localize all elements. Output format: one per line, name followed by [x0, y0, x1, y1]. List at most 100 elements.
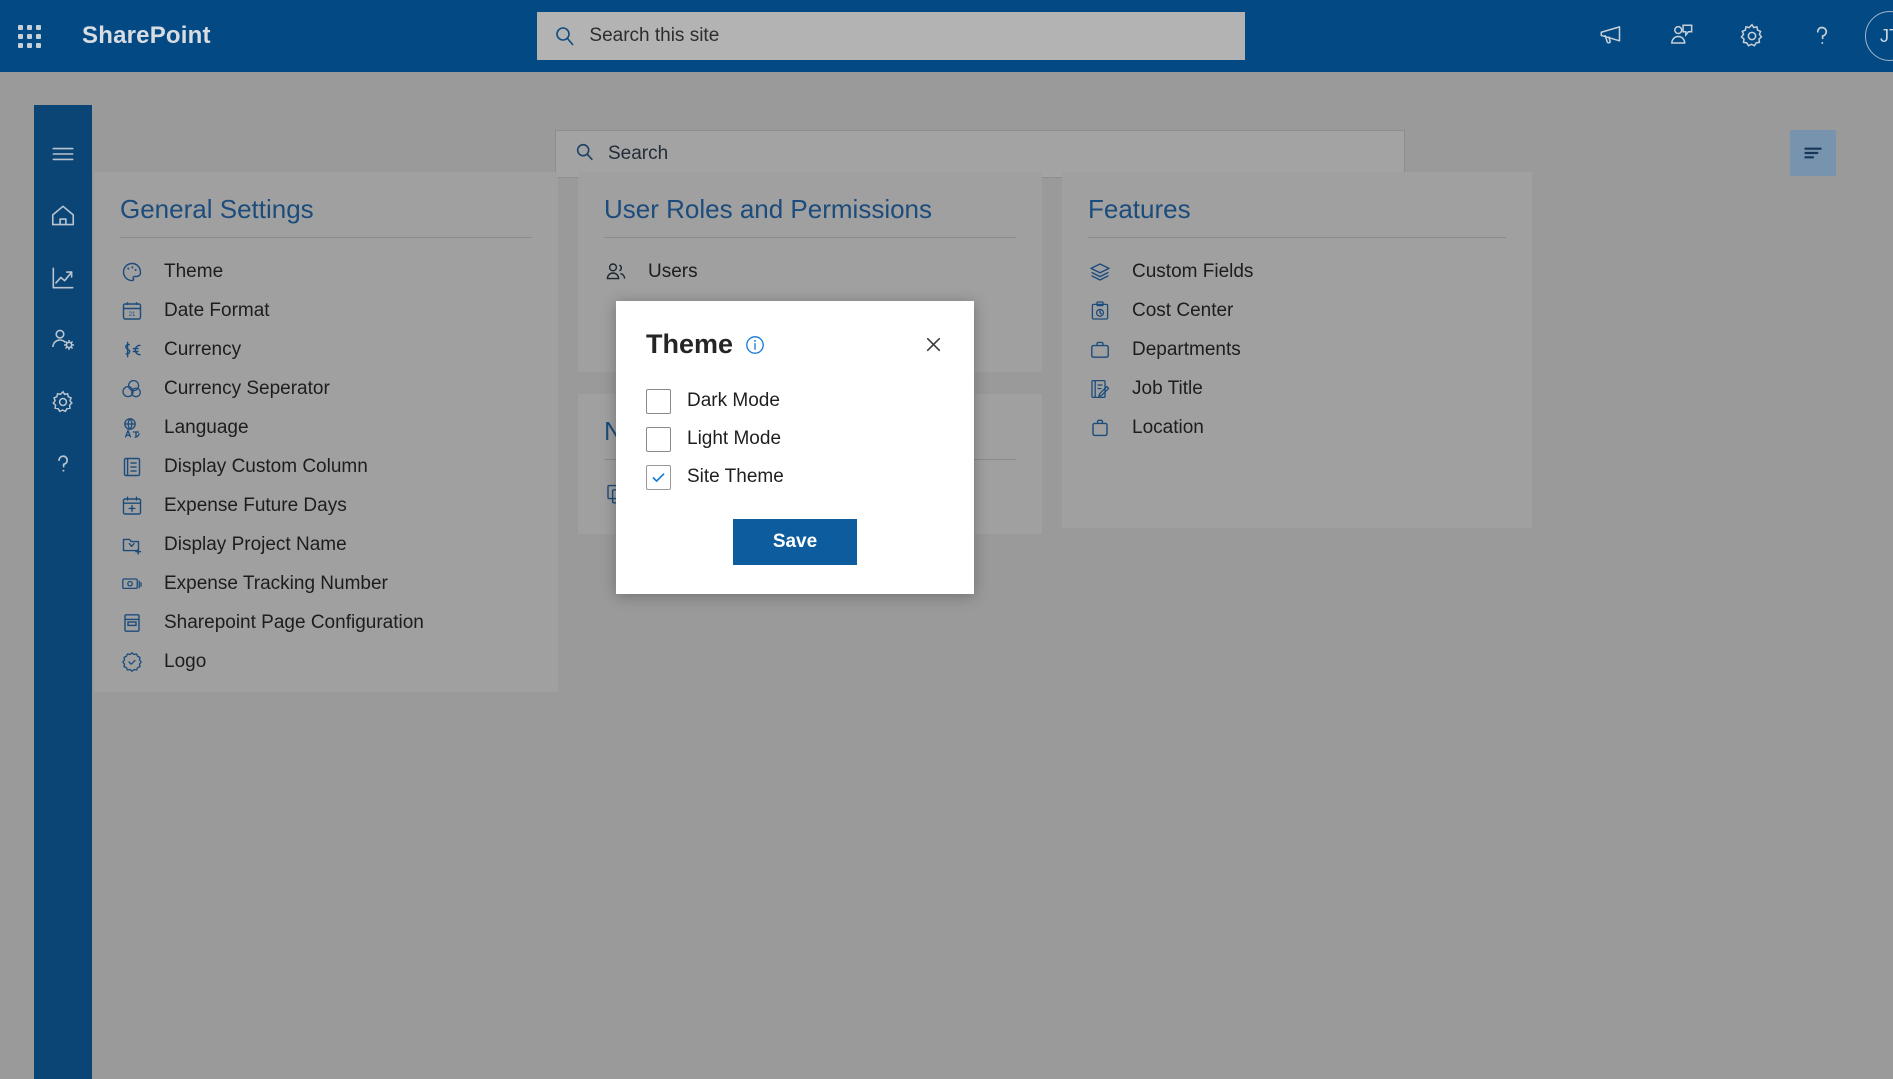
list-item-currency[interactable]: Currency: [120, 330, 532, 369]
list-item-display-custom-column[interactable]: Display Custom Column: [120, 447, 532, 486]
sidebar-item-help[interactable]: [34, 433, 92, 495]
divider: [604, 237, 1016, 238]
checkbox-label: Dark Mode: [687, 390, 780, 411]
filter-icon[interactable]: [1790, 130, 1836, 176]
sidebar-item-analytics[interactable]: [34, 247, 92, 309]
list-item-job-title[interactable]: Job Title: [1088, 369, 1506, 408]
list-item-cost-center[interactable]: Cost Center: [1088, 291, 1506, 330]
people-icon: [604, 257, 638, 287]
sidebar-item-settings[interactable]: [34, 371, 92, 433]
user-roles-list: Users: [604, 252, 1016, 291]
bag-icon: [1088, 413, 1122, 443]
dialog-footer: Save: [616, 519, 974, 565]
save-button[interactable]: Save: [733, 519, 857, 565]
coins-icon: [120, 374, 154, 404]
suite-search[interactable]: [537, 12, 1245, 60]
checkbox-dark-mode[interactable]: Dark Mode: [646, 382, 974, 420]
list-item-label: Display Custom Column: [164, 455, 368, 477]
card-title: General Settings: [120, 194, 314, 224]
list-item-currency-seperator[interactable]: Currency Seperator: [120, 369, 532, 408]
suite-search-input[interactable]: [589, 25, 1229, 47]
list-item-label: Currency: [164, 338, 242, 360]
card-title: User Roles and Permissions: [604, 194, 933, 224]
list-item-language[interactable]: Language: [120, 408, 532, 447]
search-icon: [553, 22, 581, 50]
help-icon[interactable]: [1787, 0, 1857, 72]
calendar-icon: 21: [120, 296, 154, 326]
list-item-label: Theme: [164, 260, 224, 282]
checkbox-label: Light Mode: [687, 428, 782, 449]
list-item-label: Date Format: [164, 299, 270, 321]
checkbox-box[interactable]: [646, 464, 671, 490]
list-item-display-project-name[interactable]: Display Project Name: [120, 525, 532, 564]
close-icon[interactable]: [918, 330, 948, 360]
list-item-expense-future-days[interactable]: Expense Future Days: [120, 486, 532, 525]
megaphone-icon[interactable]: [1577, 0, 1647, 72]
avatar[interactable]: JT: [1865, 11, 1893, 61]
badge-icon: [120, 647, 154, 677]
folder-add-icon: [120, 530, 154, 560]
checkbox-site-theme[interactable]: Site Theme: [646, 458, 974, 496]
language-icon: [120, 413, 154, 443]
feedback-icon[interactable]: [1647, 0, 1717, 72]
list-item-logo[interactable]: Logo: [120, 642, 532, 681]
list-item-label: Users: [648, 260, 698, 282]
list-item-label: Language: [164, 416, 249, 438]
money-icon: [120, 569, 154, 599]
card-general-settings: General Settings Theme 21 Date Format Cu…: [94, 172, 558, 692]
app-launcher-icon[interactable]: [0, 0, 58, 72]
sidebar-item-user-settings[interactable]: [34, 309, 92, 371]
brand-sharepoint[interactable]: SharePoint: [82, 22, 211, 50]
list-item-sharepoint-page-configuration[interactable]: Sharepoint Page Configuration: [120, 603, 532, 642]
checkbox-box[interactable]: [646, 426, 671, 452]
list-item-label: Departments: [1132, 338, 1241, 360]
info-icon[interactable]: [744, 334, 766, 356]
list-item-date-format[interactable]: 21 Date Format: [120, 291, 532, 330]
list-item-label: Currency Seperator: [164, 377, 330, 399]
list-item-location[interactable]: Location: [1088, 408, 1506, 447]
left-rail: [34, 105, 92, 1079]
currency-icon: [120, 335, 154, 365]
list-item-departments[interactable]: Departments: [1088, 330, 1506, 369]
theme-dialog: Theme Dark Mode Light Mode Site Theme Sa…: [616, 301, 974, 594]
content-search-input[interactable]: [608, 143, 1386, 165]
card-features: Features Custom Fields Cost Center Depar…: [1062, 172, 1532, 528]
card-title: Features: [1088, 194, 1191, 224]
dialog-header: Theme: [616, 301, 974, 360]
search-icon: [574, 141, 596, 168]
dialog-body: Dark Mode Light Mode Site Theme: [616, 360, 974, 496]
svg-text:21: 21: [129, 312, 136, 318]
divider: [120, 237, 532, 238]
list-item-label: Cost Center: [1132, 299, 1234, 321]
main-content: General Settings Theme: [92, 72, 1893, 1079]
suite-header: SharePoint Search this site J: [0, 0, 1893, 72]
list-item-label: Custom Fields: [1132, 260, 1254, 282]
features-list: Custom Fields Cost Center Departments Jo…: [1088, 252, 1506, 447]
dialog-title: Theme: [646, 329, 734, 359]
list-item-theme[interactable]: Theme: [120, 252, 532, 291]
checkbox-box[interactable]: [646, 388, 671, 414]
list-item-label: Expense Tracking Number: [164, 572, 388, 594]
suite-actions: JT: [1577, 0, 1893, 72]
list-item-label: Sharepoint Page Configuration: [164, 611, 424, 633]
gear-icon[interactable]: [1717, 0, 1787, 72]
list-item-label: Logo: [164, 650, 207, 672]
list-icon: [120, 452, 154, 482]
hamburger-icon[interactable]: [34, 123, 92, 185]
cost-center-icon: [1088, 296, 1122, 326]
list-item-users[interactable]: Users: [604, 252, 1016, 291]
list-item-label: Expense Future Days: [164, 494, 347, 516]
page-icon: [120, 608, 154, 638]
list-item-expense-tracking-number[interactable]: Expense Tracking Number: [120, 564, 532, 603]
divider: [1088, 237, 1506, 238]
list-item-label: Location: [1132, 416, 1204, 438]
content-search[interactable]: [555, 130, 1405, 178]
briefcase-icon: [1088, 335, 1122, 365]
list-item-custom-fields[interactable]: Custom Fields: [1088, 252, 1506, 291]
calendar-add-icon: [120, 491, 154, 521]
list-item-label: Display Project Name: [164, 533, 347, 555]
sidebar-item-home[interactable]: [34, 185, 92, 247]
checkbox-light-mode[interactable]: Light Mode: [646, 420, 974, 458]
job-title-icon: [1088, 374, 1122, 404]
list-item-label: Job Title: [1132, 377, 1203, 399]
